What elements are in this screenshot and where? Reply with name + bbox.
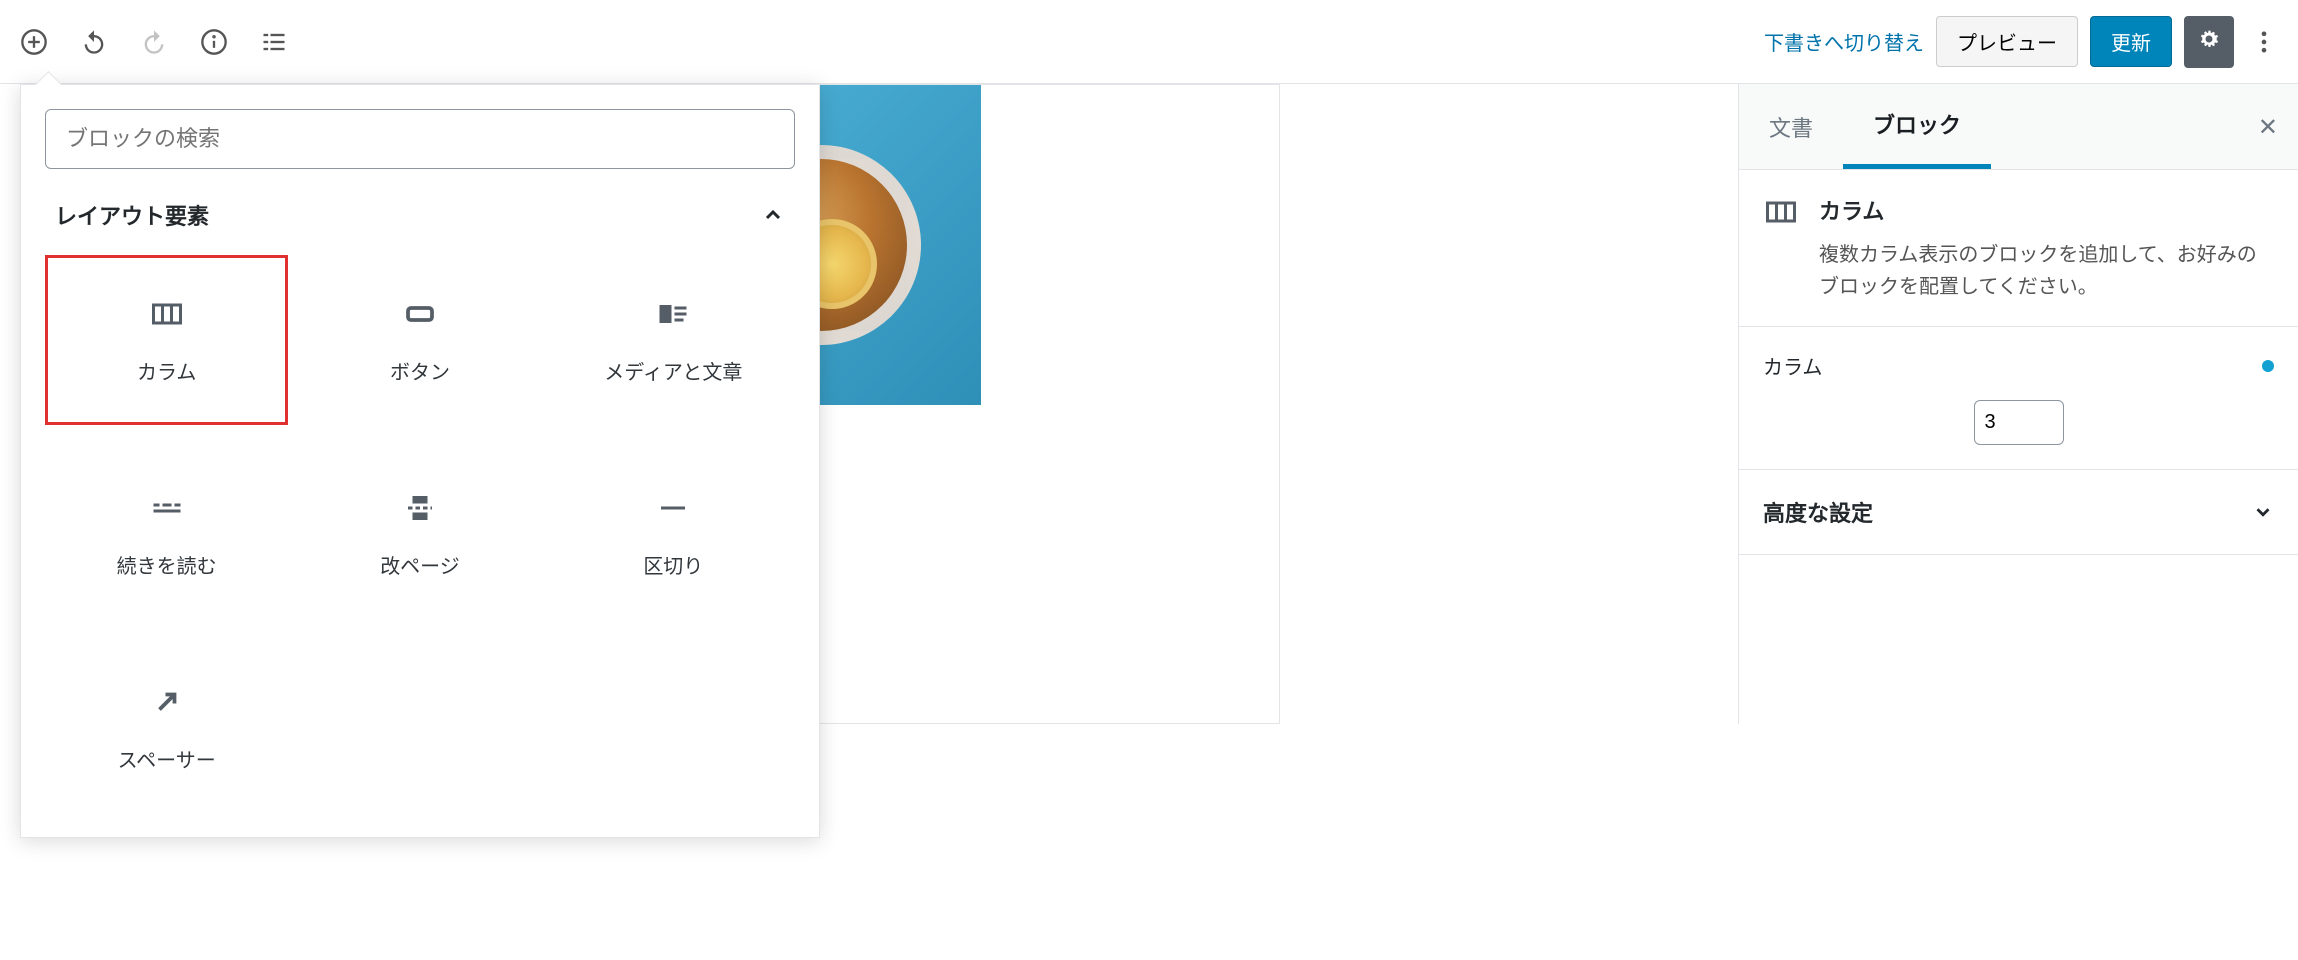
columns-count-input[interactable] [1974,400,2064,445]
block-inserter-popover: レイアウト要素 カラム ボタン メディアと文章 続きを読む [20,84,820,838]
update-button[interactable]: 更新 [2090,16,2172,67]
block-label: メディアと文章 [604,356,742,385]
chevron-up-icon [761,203,785,227]
sidebar-tabs: 文書 ブロック ✕ [1739,84,2298,170]
editor-canvas: レイアウト要素 カラム ボタン メディアと文章 続きを読む [0,84,1738,724]
more-menu-button[interactable] [2246,24,2282,60]
block-item-spacer[interactable]: スペーサー [45,643,288,813]
toolbar-left [16,24,292,60]
more-icon [149,490,185,526]
chevron-down-icon [2252,501,2274,523]
toolbar-right: 下書きへ切り替え プレビュー 更新 [1764,16,2282,68]
info-button[interactable] [196,24,232,60]
setting-indicator-dot [2262,360,2274,372]
block-title: カラム [1819,194,2274,226]
block-item-columns[interactable]: カラム [45,255,288,425]
outline-button[interactable] [256,24,292,60]
close-sidebar-button[interactable]: ✕ [2258,113,2278,141]
category-label: レイアウト要素 [55,199,209,231]
block-item-separator[interactable]: 区切り [552,449,795,619]
spacer-icon [149,684,185,720]
tab-block[interactable]: ブロック [1843,84,1991,169]
advanced-label: 高度な設定 [1763,496,1873,528]
block-item-page-break[interactable]: 改ページ [298,449,541,619]
columns-count-label: カラム [1763,351,1822,380]
block-label: 区切り [643,550,703,579]
tab-document[interactable]: 文書 [1739,87,1843,167]
switch-to-draft-link[interactable]: 下書きへ切り替え [1764,27,1924,56]
block-label: 改ページ [380,550,460,579]
block-search-input[interactable] [45,109,795,169]
editor-toolbar: 下書きへ切り替え プレビュー 更新 [0,0,2298,84]
block-item-more[interactable]: 続きを読む [45,449,288,619]
block-item-button[interactable]: ボタン [298,255,541,425]
separator-icon [655,490,691,526]
block-item-media-text[interactable]: メディアと文章 [552,255,795,425]
preview-button[interactable]: プレビュー [1936,16,2078,67]
undo-button[interactable] [76,24,112,60]
page-break-icon [402,490,438,526]
block-label: スペーサー [118,744,216,773]
block-grid: カラム ボタン メディアと文章 続きを読む 改ページ [45,255,795,813]
main-area: レイアウト要素 カラム ボタン メディアと文章 続きを読む [0,84,2298,724]
inserter-category-header[interactable]: レイアウト要素 [45,199,795,231]
columns-icon [149,296,185,332]
redo-button[interactable] [136,24,172,60]
block-info-section: カラム 複数カラム表示のブロックを追加して、お好みのブロックを配置してください。 [1739,170,2298,327]
block-label: 続きを読む [117,550,217,579]
block-description: 複数カラム表示のブロックを追加して、お好みのブロックを配置してください。 [1819,238,2274,302]
settings-sidebar: 文書 ブロック ✕ カラム 複数カラム表示のブロックを追加して、お好みのブロック… [1738,84,2298,724]
block-label: ボタン [390,356,450,385]
advanced-settings-panel[interactable]: 高度な設定 [1739,470,2298,555]
button-icon [402,296,438,332]
add-block-button[interactable] [16,24,52,60]
columns-icon [1763,194,1799,234]
settings-button[interactable] [2184,16,2234,68]
media-text-icon [655,296,691,332]
block-label: カラム [137,356,196,385]
columns-setting-section: カラム [1739,327,2298,470]
